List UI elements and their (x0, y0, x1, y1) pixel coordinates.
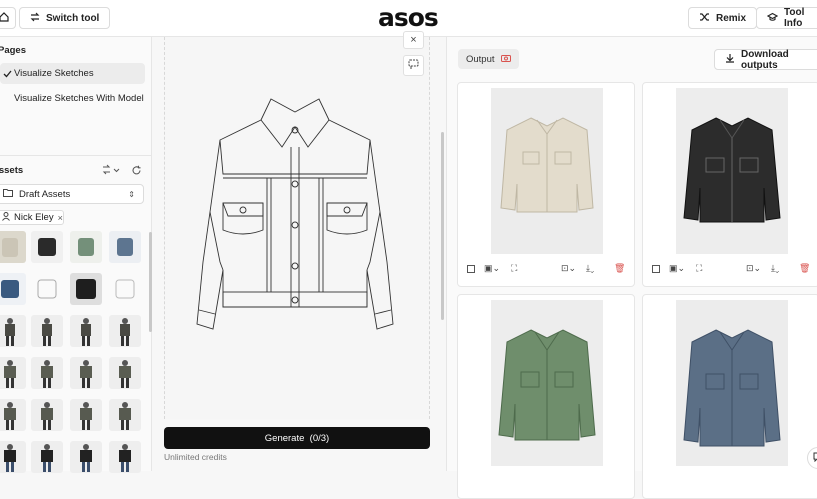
switch-icon (30, 12, 40, 25)
canvas-scrollbar[interactable] (441, 132, 444, 320)
asset-thumb[interactable] (0, 441, 26, 473)
checkbox-icon[interactable] (652, 265, 660, 275)
checkbox-icon[interactable] (467, 265, 475, 275)
asset-thumb[interactable] (0, 315, 26, 347)
asset-thumb[interactable] (109, 315, 141, 347)
assets-title: Assets (0, 165, 24, 176)
output-card[interactable]: ▣⌄ ⛶ ⊡⌄ ⤓⌄ 🗑 (457, 82, 635, 287)
folder-move-icon[interactable]: ⊡⌄ (746, 263, 761, 274)
focus-icon[interactable]: ⛶ (511, 263, 517, 274)
trash-icon[interactable]: 🗑 (614, 263, 625, 274)
divider (0, 155, 151, 156)
focus-icon[interactable]: ⛶ (696, 263, 702, 274)
chevron-updown-icon: ⇕ (128, 189, 135, 199)
output-image[interactable] (676, 88, 788, 254)
page-item-label: Visualize Sketches With Model (14, 93, 144, 104)
asset-thumb[interactable] (70, 273, 102, 305)
image-edit-icon[interactable]: ▣⌄ (669, 263, 685, 274)
brand-logo: asos (378, 3, 439, 32)
lasso-icon (408, 57, 419, 75)
close-canvas-button[interactable]: × (403, 31, 424, 49)
asset-thumb[interactable] (109, 273, 141, 305)
sketch-canvas[interactable]: × (164, 31, 444, 419)
asset-thumb[interactable] (31, 231, 63, 263)
output-image[interactable] (491, 300, 603, 466)
user-icon (2, 211, 10, 224)
close-icon: × (410, 34, 417, 46)
asset-thumb[interactable] (70, 357, 102, 389)
page-item-label: Visualize Sketches (14, 68, 94, 79)
asset-thumb[interactable] (70, 231, 102, 263)
asset-thumb[interactable] (31, 357, 63, 389)
asset-thumb[interactable] (31, 315, 63, 347)
asset-thumb[interactable] (0, 231, 26, 263)
filter-chip-label: Nick Eley (14, 212, 54, 223)
home-icon (0, 11, 9, 25)
folder-move-icon[interactable]: ⊡⌄ (561, 263, 576, 274)
folder-select-value: Draft Assets (19, 188, 71, 200)
download-outputs-label: Download outputs (741, 48, 789, 71)
switch-tool-button[interactable]: Switch tool (19, 7, 111, 29)
asset-thumb[interactable] (70, 399, 102, 431)
remix-button[interactable]: Remix (688, 7, 758, 29)
asset-thumb[interactable] (109, 231, 141, 263)
tab-output-label: Output (466, 53, 495, 65)
pages-title: Pages (0, 45, 26, 56)
filter-chip[interactable]: Nick Eley × (0, 210, 64, 225)
folder-icon (3, 188, 13, 200)
trash-icon[interactable]: 🗑 (799, 263, 810, 274)
download-outputs-button[interactable]: Download outputs (714, 48, 817, 71)
output-image[interactable] (491, 88, 603, 254)
asset-thumb[interactable] (31, 399, 63, 431)
jacket-sketch (196, 98, 394, 330)
asset-thumb[interactable] (109, 357, 141, 389)
home-button[interactable] (0, 7, 16, 29)
download-icon[interactable]: ⤓⌄ (586, 263, 594, 274)
page-item-visualize-with-model[interactable]: Visualize Sketches With Model (0, 88, 145, 109)
output-image[interactable] (676, 300, 788, 466)
sidebar: Pages Visualize Sketches Visualize Sketc… (0, 37, 152, 473)
output-card[interactable]: ▣⌄ ⛶ ⊡⌄ ⤓⌄ 🗑 (642, 82, 817, 287)
folder-select[interactable]: Draft Assets ⇕ (0, 184, 144, 204)
generate-button[interactable]: Generate (0/3) (164, 427, 430, 449)
asset-thumb[interactable] (0, 273, 26, 305)
asset-thumb[interactable] (0, 357, 26, 389)
asset-thumb[interactable] (0, 399, 26, 431)
credits-text: Unlimited credits (164, 452, 227, 462)
camera-icon (500, 54, 511, 65)
tool-info-label: Tool Info (784, 7, 805, 29)
shuffle-icon (699, 12, 710, 25)
page-item-visualize-sketches[interactable]: Visualize Sketches (0, 63, 145, 84)
asset-thumb[interactable] (109, 399, 141, 431)
tool-info-button[interactable]: Tool Info (756, 7, 817, 29)
asset-thumb[interactable] (70, 441, 102, 473)
check-icon (0, 70, 14, 78)
download-icon[interactable]: ⤓⌄ (771, 263, 779, 274)
select-tool-button[interactable] (403, 55, 424, 76)
output-card[interactable] (642, 294, 817, 499)
asset-thumb[interactable] (31, 441, 63, 473)
tab-output[interactable]: Output (458, 49, 519, 69)
asset-thumb[interactable] (109, 441, 141, 473)
close-icon[interactable]: × (58, 213, 63, 223)
switch-tool-label: Switch tool (46, 12, 100, 24)
refresh-icon[interactable] (131, 163, 142, 181)
chat-icon (813, 449, 817, 467)
asset-thumb[interactable] (31, 273, 63, 305)
image-edit-icon[interactable]: ▣⌄ (484, 263, 500, 274)
output-panel: Output Download outputs ▣⌄ ⛶ ⊡⌄ ⤓⌄ 🗑 ▣⌄ … (446, 37, 817, 499)
sort-icon[interactable] (101, 163, 121, 181)
sidebar-scrollbar[interactable] (149, 232, 152, 332)
graduation-cap-icon (766, 12, 779, 25)
asset-thumb[interactable] (70, 315, 102, 347)
output-card[interactable] (457, 294, 635, 499)
download-icon (725, 53, 735, 66)
remix-label: Remix (716, 12, 747, 24)
